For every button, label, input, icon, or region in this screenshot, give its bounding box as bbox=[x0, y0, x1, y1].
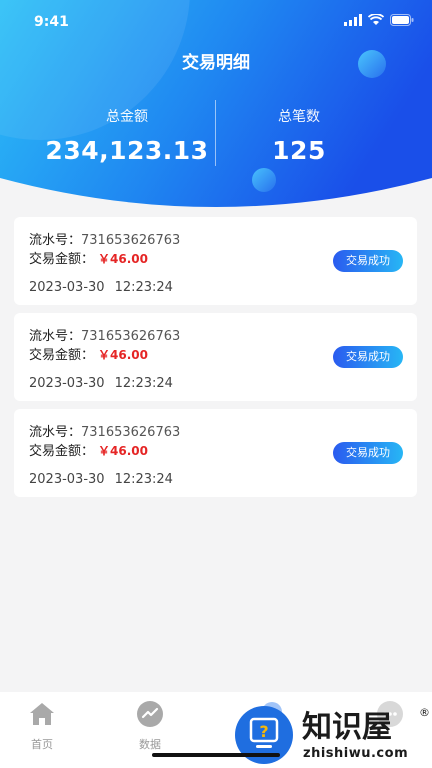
serial-label: 流水号： bbox=[29, 233, 82, 248]
time-value: 12:23:24 bbox=[114, 376, 173, 391]
amount-row: 交易金额： ￥46.00 bbox=[29, 248, 148, 267]
tab-home[interactable]: 首页 bbox=[7, 700, 77, 752]
date-value: 2023-03-30 bbox=[29, 376, 105, 391]
total-count-label: 总笔数 bbox=[278, 109, 320, 125]
chart-icon bbox=[137, 701, 163, 727]
transaction-card[interactable]: 流水号：731653626763 交易金额： ￥46.00 2023-03-30 1… bbox=[14, 217, 417, 305]
serial-row: 流水号：731653626763 bbox=[29, 229, 180, 248]
date-value: 2023-03-30 bbox=[29, 472, 105, 487]
serial-value: 731653626763 bbox=[81, 329, 181, 344]
serial-row: 流水号：731653626763 bbox=[29, 421, 180, 440]
time-value: 12:23:24 bbox=[114, 280, 173, 295]
transaction-card[interactable]: 流水号：731653626763 交易金额： ￥46.00 2023-03-30 1… bbox=[14, 313, 417, 401]
status-badge: 交易成功 bbox=[333, 346, 403, 368]
battery-icon bbox=[390, 14, 414, 26]
status-badge: 交易成功 bbox=[333, 442, 403, 464]
watermark-registered: ® bbox=[419, 706, 430, 719]
datetime-row: 2023-03-30 12:23:24 bbox=[29, 376, 173, 391]
status-badge: 交易成功 bbox=[333, 250, 403, 272]
home-icon bbox=[30, 703, 54, 725]
datetime-row: 2023-03-30 12:23:24 bbox=[29, 280, 173, 295]
status-bar: 9:41 bbox=[0, 0, 432, 44]
total-count-value: 125 bbox=[272, 136, 326, 165]
amount-label: 交易金额： bbox=[29, 348, 95, 363]
serial-value: 731653626763 bbox=[81, 425, 181, 440]
amount-row: 交易金额： ￥46.00 bbox=[29, 440, 148, 459]
datetime-row: 2023-03-30 12:23:24 bbox=[29, 472, 173, 487]
status-icons bbox=[344, 14, 414, 26]
amount-label: 交易金额： bbox=[29, 444, 95, 459]
serial-label: 流水号： bbox=[29, 425, 82, 440]
signal-icon bbox=[344, 14, 362, 26]
amount-row: 交易金额： ￥46.00 bbox=[29, 344, 148, 363]
amount-value: ￥46.00 bbox=[98, 348, 148, 362]
serial-row: 流水号：731653626763 bbox=[29, 325, 180, 344]
amount-value: ￥46.00 bbox=[98, 252, 148, 266]
amount-value: ￥46.00 bbox=[98, 444, 148, 458]
tab-home-label: 首页 bbox=[31, 738, 53, 751]
wifi-icon bbox=[368, 14, 384, 25]
transaction-card[interactable]: 流水号：731653626763 交易金额： ￥46.00 2023-03-30 1… bbox=[14, 409, 417, 497]
status-time: 9:41 bbox=[34, 14, 69, 30]
tab-data[interactable]: 数据 bbox=[115, 700, 185, 752]
total-count: 总笔数 125 bbox=[191, 106, 407, 165]
watermark-brand: 知识屋 bbox=[302, 710, 392, 745]
amount-label: 交易金额： bbox=[29, 252, 95, 267]
home-indicator bbox=[152, 753, 280, 757]
time-value: 12:23:24 bbox=[114, 472, 173, 487]
date-value: 2023-03-30 bbox=[29, 280, 105, 295]
watermark-domain: zhishiwu.com bbox=[303, 746, 409, 761]
serial-value: 731653626763 bbox=[81, 233, 181, 248]
page-title: 交易明细 bbox=[182, 53, 250, 73]
svg-text:?: ? bbox=[259, 722, 268, 741]
tab-data-label: 数据 bbox=[139, 738, 161, 751]
serial-label: 流水号： bbox=[29, 329, 82, 344]
